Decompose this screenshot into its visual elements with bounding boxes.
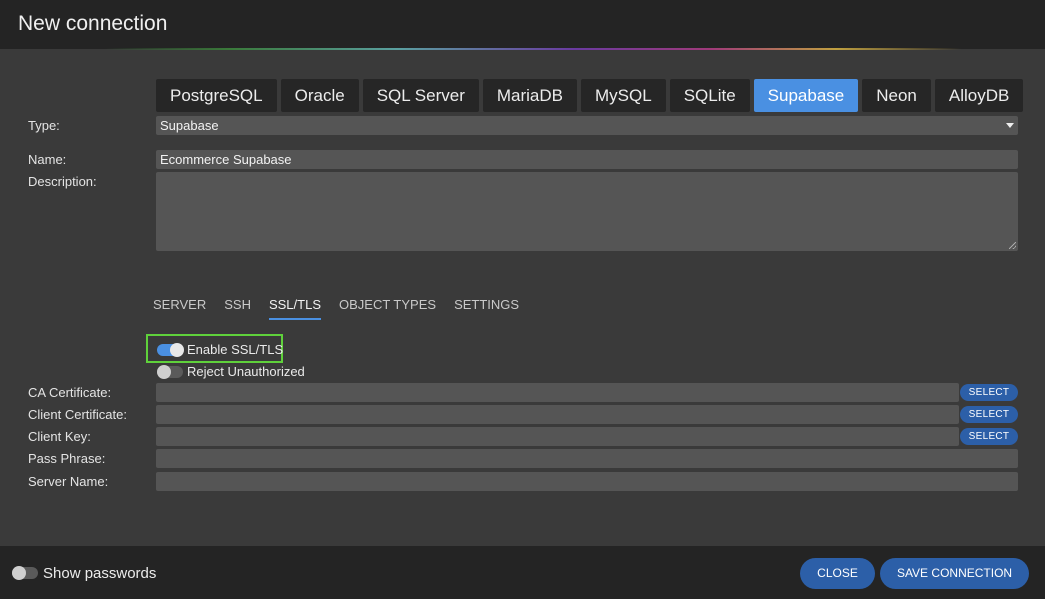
ca-certificate-select-button[interactable]: SELECT (960, 384, 1018, 401)
tab-sql-server[interactable]: SQL Server (362, 79, 479, 112)
settings-tabs: SERVER SSH SSL/TLS OBJECT TYPES SETTINGS (153, 297, 519, 320)
client-key-input[interactable] (156, 427, 959, 446)
footer-bar: Show passwords CLOSE SAVE CONNECTION (0, 546, 1045, 599)
enable-ssl-label: Enable SSL/TLS (187, 342, 284, 357)
show-passwords-toggle[interactable] (12, 566, 38, 580)
tab-sqlite[interactable]: SQLite (669, 79, 750, 112)
description-label: Description: (28, 174, 97, 189)
show-passwords-label: Show passwords (43, 565, 157, 582)
pass-phrase-input[interactable] (156, 449, 1018, 468)
db-type-tabs: PostgreSQL Oracle SQL Server MariaDB MyS… (156, 79, 1024, 112)
client-key-label: Client Key: (28, 429, 91, 444)
tab-object-types[interactable]: OBJECT TYPES (339, 297, 436, 320)
chevron-down-icon (1006, 123, 1014, 128)
type-select-value: Supabase (160, 118, 219, 133)
tab-alloydb[interactable]: AlloyDB (934, 79, 1024, 112)
client-certificate-input[interactable] (156, 405, 959, 424)
type-label: Type: (28, 118, 60, 133)
close-button[interactable]: CLOSE (800, 558, 875, 589)
tab-server[interactable]: SERVER (153, 297, 206, 320)
ca-certificate-label: CA Certificate: (28, 385, 112, 400)
window-title: New connection (18, 12, 168, 35)
reject-unauthorized-label: Reject Unauthorized (187, 364, 305, 379)
tab-postgresql[interactable]: PostgreSQL (156, 79, 277, 112)
reject-unauthorized-toggle[interactable] (157, 365, 183, 379)
tab-ssh[interactable]: SSH (224, 297, 251, 320)
type-select[interactable]: Supabase (156, 116, 1018, 135)
name-label: Name: (28, 152, 67, 167)
toggle-knob (12, 566, 26, 580)
server-name-label: Server Name: (28, 474, 109, 489)
tab-ssl-tls[interactable]: SSL/TLS (268, 297, 321, 320)
server-name-input[interactable] (156, 472, 1018, 491)
client-certificate-label: Client Certificate: (28, 407, 127, 422)
tab-supabase[interactable]: Supabase (753, 79, 859, 112)
save-connection-button[interactable]: SAVE CONNECTION (880, 558, 1029, 589)
tab-oracle[interactable]: Oracle (280, 79, 359, 112)
tab-mariadb[interactable]: MariaDB (482, 79, 577, 112)
toggle-knob (157, 365, 171, 379)
description-textarea[interactable] (156, 172, 1018, 251)
client-certificate-select-button[interactable]: SELECT (960, 406, 1018, 423)
rainbow-divider (0, 48, 1045, 50)
enable-ssl-toggle[interactable] (157, 343, 184, 357)
tab-settings[interactable]: SETTINGS (454, 297, 519, 320)
tab-mysql[interactable]: MySQL (581, 79, 666, 112)
client-key-select-button[interactable]: SELECT (960, 428, 1018, 445)
ca-certificate-input[interactable] (156, 383, 959, 402)
toggle-knob (170, 343, 184, 357)
title-bar: New connection (0, 0, 1045, 49)
pass-phrase-label: Pass Phrase: (28, 451, 106, 466)
tab-neon[interactable]: Neon (862, 79, 931, 112)
resize-handle-icon[interactable] (1009, 242, 1016, 249)
name-input[interactable]: Ecommerce Supabase (156, 150, 1018, 169)
